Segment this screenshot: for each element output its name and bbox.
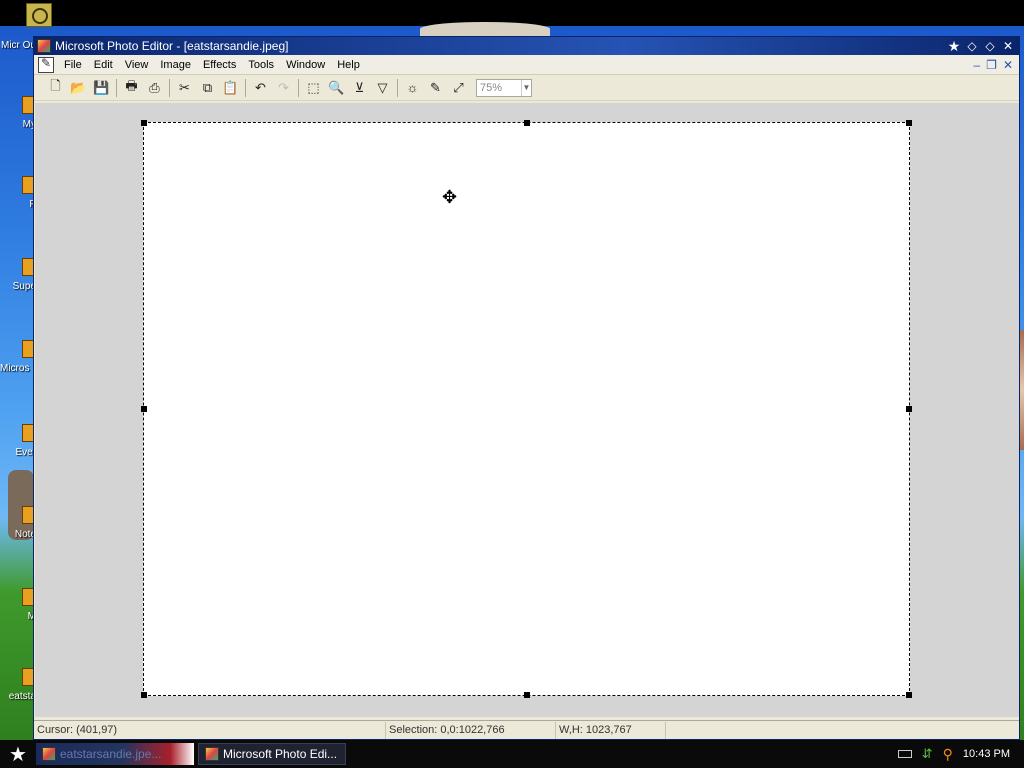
toolbar-separator [298,78,299,97]
status-cursor: Cursor: (401,97) [34,721,386,739]
crop-icon[interactable]: ⊻ [348,77,371,99]
copy-icon[interactable]: ⧉ [196,77,219,99]
network-icon[interactable]: ⇵ [922,746,933,762]
selection-handle[interactable] [906,406,912,412]
start-button[interactable]: ★ [0,740,36,768]
task-label: Microsoft Photo Edi... [223,747,338,761]
scan-icon[interactable]: ⎙ [143,77,166,99]
menu-edit[interactable]: Edit [88,55,119,75]
wallpaper-detail [420,22,550,36]
desktop-icon-supe[interactable]: Supe [0,258,36,292]
redo-icon: ↷ [278,79,289,95]
taskbar: ★ eatstarsandie.jpe... Microsoft Photo E… [0,740,1024,768]
chevron-down-icon[interactable]: ▼ [521,79,531,96]
toolbar: 🗋 📂 💾 🖶 ⎙ ✂ ⧉ 📋 ↶ ↷ ⬚ 🔍 ⊻ ▽ ☼ ✎ ⤢ 75% ▼ [34,75,1019,101]
desktop-icon-ever[interactable]: Ever [0,424,36,458]
menu-window[interactable]: Window [280,55,331,75]
open-icon[interactable]: 📂 [67,77,90,99]
brightness-icon[interactable]: ☼ [401,77,424,99]
selection-handle[interactable] [141,406,147,412]
undo-icon[interactable]: ↶ [249,77,272,99]
toolbar-separator [116,78,117,97]
image-workspace: ✥ [35,103,1019,717]
doc-restore-icon[interactable]: ❐ [986,58,997,72]
image-canvas[interactable]: ✥ [141,120,912,698]
menu-bar: File Edit View Image Effects Tools Windo… [34,55,1019,75]
doc-minimize-icon[interactable]: – [973,58,980,72]
photo-editor-icon [42,747,56,761]
transparency-icon[interactable]: ▽ [371,77,394,99]
desktop-icon-p[interactable]: P [0,176,36,210]
desktop-icon-eatstars[interactable]: eatsta [0,668,36,702]
print-icon[interactable]: 🖶 [120,77,143,99]
desktop-icon-notepad[interactable]: Note [0,506,36,540]
doc-close-icon[interactable]: ✕ [1003,58,1013,72]
zoom-select[interactable]: 75% ▼ [476,78,532,97]
save-icon[interactable]: 💾 [90,77,113,99]
resize-icon[interactable]: ⤢ [447,77,470,99]
toolbar-separator [397,78,398,97]
toolbar-separator [169,78,170,97]
selection-handle[interactable] [141,692,147,698]
desktop-icon-my[interactable]: My [0,96,36,130]
photo-editor-window: Microsoft Photo Editor - [eatstarsandie.… [33,36,1020,740]
photo-editor-icon[interactable] [37,39,51,53]
status-selection: Selection: 0,0:1022,766 [386,721,556,739]
menu-file[interactable]: File [58,55,88,75]
cut-icon[interactable]: ✂ [173,77,196,99]
menu-help[interactable]: Help [331,55,366,75]
maximize-icon[interactable]: ◇ [983,39,997,53]
task-label: eatstarsandie.jpe... [60,747,162,761]
paste-icon[interactable]: 📋 [219,77,242,99]
photo-editor-icon [205,747,219,761]
system-tray: ⇵ ⚲ 10:43 PM [897,746,1024,763]
selection-handle[interactable] [141,120,147,126]
menu-view[interactable]: View [119,55,155,75]
zoom-value: 75% [480,81,503,94]
new-icon[interactable]: 🗋 [44,77,67,99]
taskbar-task-eatstarsandie[interactable]: eatstarsandie.jpe... [36,743,194,765]
desktop-icon-m[interactable]: M [0,588,36,622]
move-cursor-icon: ✥ [442,187,458,207]
desktop-icon-studio[interactable]: Micros Studi [0,340,36,374]
title-buttons: ★ ◇ ◇ ✕ [947,39,1019,53]
clock[interactable]: 10:43 PM [963,748,1010,760]
menu-image[interactable]: Image [154,55,197,75]
status-bar: Cursor: (401,97) Selection: 0,0:1022,766… [34,720,1019,739]
selection-handle[interactable] [906,120,912,126]
star-icon[interactable]: ★ [947,39,961,53]
window-titlebar[interactable]: Microsoft Photo Editor - [eatstarsandie.… [34,37,1019,55]
selection-handle[interactable] [524,120,530,126]
menu-tools[interactable]: Tools [242,55,280,75]
document-icon[interactable] [38,56,54,73]
menu-effects[interactable]: Effects [197,55,242,75]
toolbar-separator [245,78,246,97]
search-icon[interactable]: ⚲ [943,746,953,763]
zoom-icon[interactable]: 🔍 [325,77,348,99]
smudge-icon[interactable]: ✎ [424,77,447,99]
window-title: Microsoft Photo Editor - [eatstarsandie.… [55,39,289,53]
keyboard-icon[interactable] [897,750,912,758]
desktop-icon-outlook[interactable]: Micr Ou [0,40,36,51]
taskbar-task-photo-editor[interactable]: Microsoft Photo Edi... [198,743,346,765]
selection-handle[interactable] [906,692,912,698]
select-icon[interactable]: ⬚ [302,77,325,99]
rollup-icon[interactable]: ◇ [965,39,979,53]
desktop-app-icon[interactable] [26,3,52,27]
selection-handle[interactable] [524,692,530,698]
document-window-controls: – ❐ ✕ [973,58,1019,72]
status-size: W,H: 1023,767 [556,721,666,739]
close-icon[interactable]: ✕ [1001,39,1015,53]
